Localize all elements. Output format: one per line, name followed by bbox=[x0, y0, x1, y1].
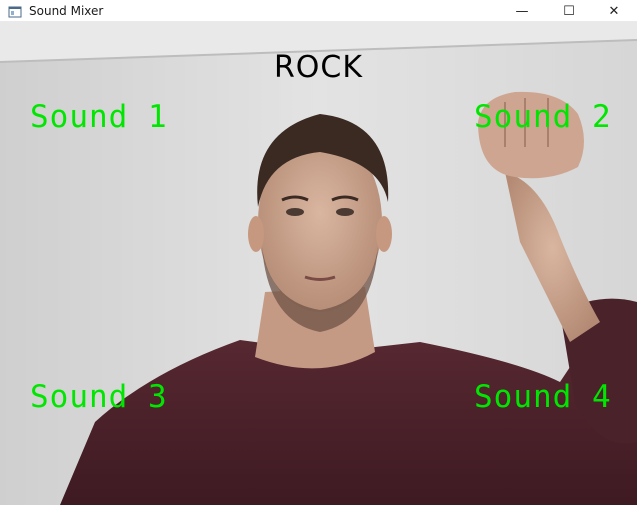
maximize-icon: ☐ bbox=[563, 3, 575, 19]
window-app-icon bbox=[8, 4, 22, 18]
camera-image bbox=[0, 22, 637, 505]
sound-1-label: Sound 1 bbox=[30, 99, 168, 135]
minimize-icon: — bbox=[515, 3, 529, 19]
camera-feed: ROCK Sound 1 Sound 2 Sound 3 Sound 4 bbox=[0, 22, 637, 505]
window-title: Sound Mixer bbox=[29, 3, 104, 18]
sound-2-label: Sound 2 bbox=[474, 99, 612, 135]
minimize-button[interactable]: — bbox=[499, 0, 545, 22]
maximize-button[interactable]: ☐ bbox=[546, 0, 592, 22]
sound-3-label: Sound 3 bbox=[30, 379, 168, 415]
close-button[interactable]: ✕ bbox=[591, 0, 637, 22]
close-icon: ✕ bbox=[608, 3, 620, 19]
sound-4-label: Sound 4 bbox=[474, 379, 612, 415]
gesture-label: ROCK bbox=[273, 50, 364, 85]
title-bar[interactable]: Sound Mixer — ☐ ✕ bbox=[0, 0, 637, 22]
sound-mixer-window: Sound Mixer — ☐ ✕ ROCK Sound 1 Sound 2 S… bbox=[0, 0, 637, 505]
